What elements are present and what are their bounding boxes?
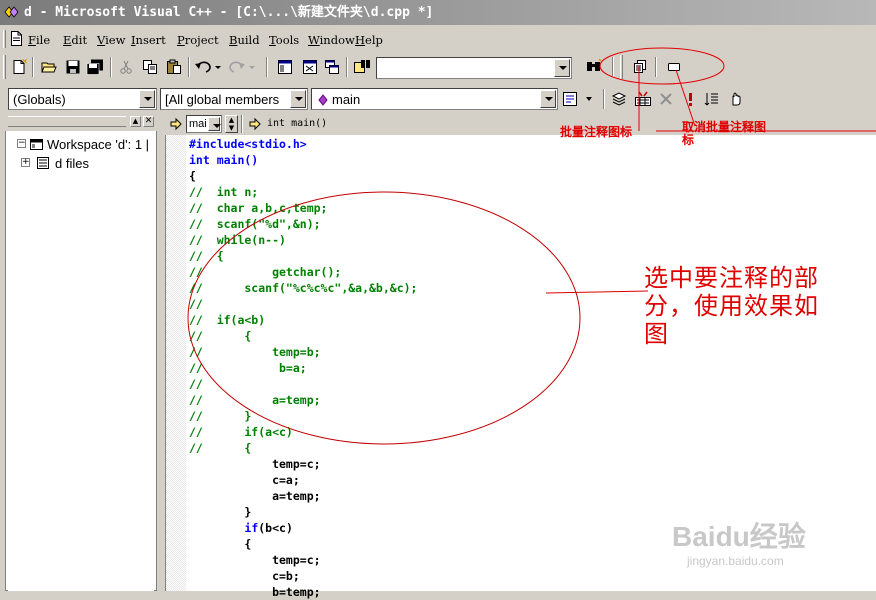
baidu-watermark: Baidu经验 [672,521,806,552]
uncomment-icon-label-line2: 标 [682,133,695,147]
baidu-watermark-url: jingyan.baidu.com [687,554,784,568]
uncomment-icon-label: 取消批量注释图 标 [682,121,766,147]
uncomment-icon-label-line1: 取消批量注释图 [682,120,767,134]
uncomment-pointer-line [675,69,696,127]
selection-pointer-line [545,290,649,294]
comment-icon-label: 批量注释图标 [560,125,633,139]
toolbar-highlight-ellipse [599,47,725,85]
selection-note: 选中要注释的部分，使用效果如图 [644,264,819,348]
selection-highlight-ellipse [187,191,581,445]
